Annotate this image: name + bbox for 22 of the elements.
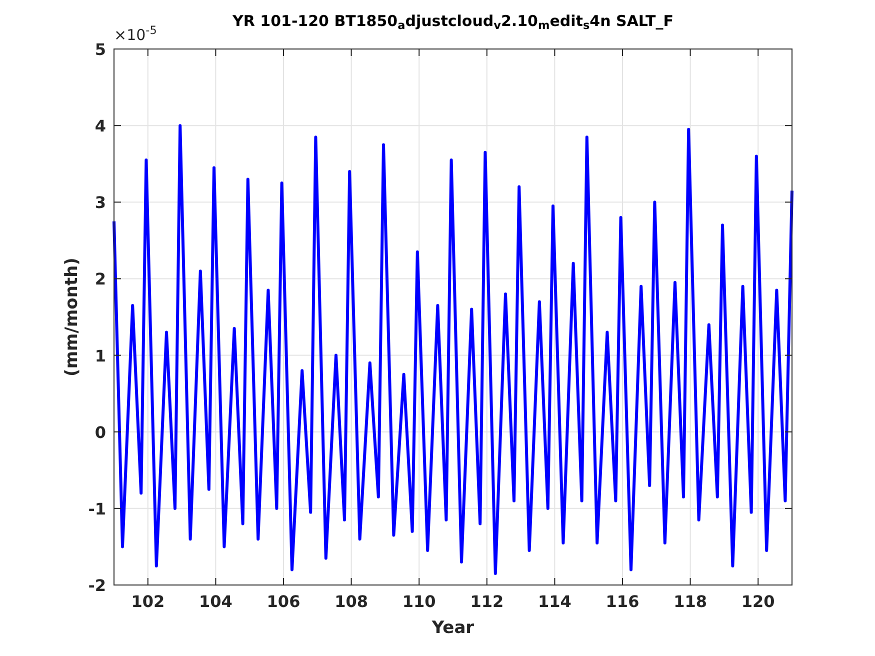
- x-tick-label: 102: [131, 592, 165, 611]
- y-axis-label: (mm/month): [62, 258, 82, 376]
- x-tick-label: 110: [402, 592, 436, 611]
- y-tick-label: 2: [94, 270, 106, 289]
- x-tick-label: 108: [334, 592, 368, 611]
- x-tick-label: 120: [741, 592, 775, 611]
- x-tick-label: 106: [266, 592, 300, 611]
- x-axis-label: Year: [432, 618, 474, 638]
- y-tick-label: 5: [94, 40, 106, 59]
- y-tick-label: 4: [94, 116, 106, 136]
- chart-title: YR 101-120 BT1850$_{a}$djustcloud$_{v}$2.10$_{m}$edit$_{s}$4n SALT_F: [232, 14, 674, 29]
- x-tick-label: 116: [606, 592, 640, 611]
- y-tick-label: 3: [94, 193, 106, 212]
- x-tick-label: 104: [199, 592, 232, 611]
- x-tick-label: 112: [470, 592, 504, 611]
- x-tick-label: 114: [538, 592, 572, 611]
- axis-multiplier: ×10$^{-5}$: [114, 28, 157, 43]
- y-tick-label: 1: [94, 346, 106, 366]
- y-tick-label: 0: [94, 422, 106, 442]
- y-tick-label: -1: [88, 499, 106, 518]
- x-tick-label: 118: [674, 592, 707, 611]
- y-tick-label: -2: [88, 576, 106, 595]
